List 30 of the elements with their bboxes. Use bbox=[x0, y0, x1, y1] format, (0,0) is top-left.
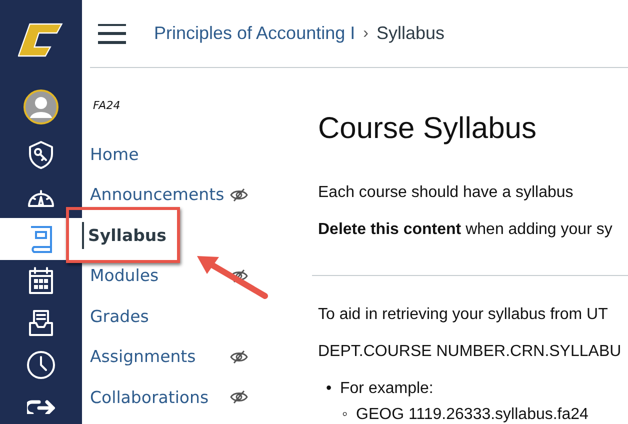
term-label: FA24 bbox=[92, 99, 120, 112]
course-nav-link[interactable]: Modules bbox=[87, 262, 230, 290]
breadcrumb-current: Syllabus bbox=[376, 23, 444, 44]
list-item-text: GEOG 1119.26333.syllabus.fa24 bbox=[356, 406, 588, 423]
avatar-icon[interactable] bbox=[23, 89, 59, 125]
paragraph: Delete this content when adding your sy bbox=[318, 221, 614, 239]
breadcrumb-separator: › bbox=[363, 24, 368, 42]
course-nav-link[interactable]: Assignments bbox=[87, 343, 230, 370]
course-nav-link[interactable]: Home bbox=[87, 140, 230, 168]
paragraph: Each course should have a syllabus bbox=[318, 184, 574, 202]
clock-icon[interactable] bbox=[26, 350, 56, 380]
bullet: ◦ bbox=[342, 406, 349, 424]
course-nav-link[interactable]: Announcements bbox=[87, 181, 230, 208]
inbox-icon[interactable] bbox=[28, 309, 54, 337]
shield-key-icon[interactable] bbox=[28, 141, 54, 169]
paragraph: DEPT.COURSE NUMBER.CRN.SYLLABU bbox=[318, 343, 622, 361]
list-item-text: For example: bbox=[340, 380, 434, 397]
bullet: • bbox=[326, 380, 333, 398]
book-icon[interactable] bbox=[28, 224, 54, 254]
annotation-arrow bbox=[197, 256, 268, 299]
breadcrumb-link[interactable]: Principles of Accounting I bbox=[154, 23, 356, 44]
course-nav-link[interactable]: Collaborations bbox=[87, 384, 230, 411]
calendar-icon[interactable] bbox=[28, 267, 54, 295]
paragraph: To aid in retrieving your syllabus from UT bbox=[318, 306, 609, 324]
menu-icon[interactable] bbox=[98, 24, 126, 44]
logout-icon[interactable] bbox=[27, 400, 55, 414]
course-nav-link[interactable]: Syllabus bbox=[82, 222, 228, 249]
logo-icon[interactable] bbox=[18, 22, 64, 58]
page-title: Course Syllabus bbox=[318, 112, 538, 146]
course-nav-link[interactable]: Grades bbox=[87, 302, 230, 330]
